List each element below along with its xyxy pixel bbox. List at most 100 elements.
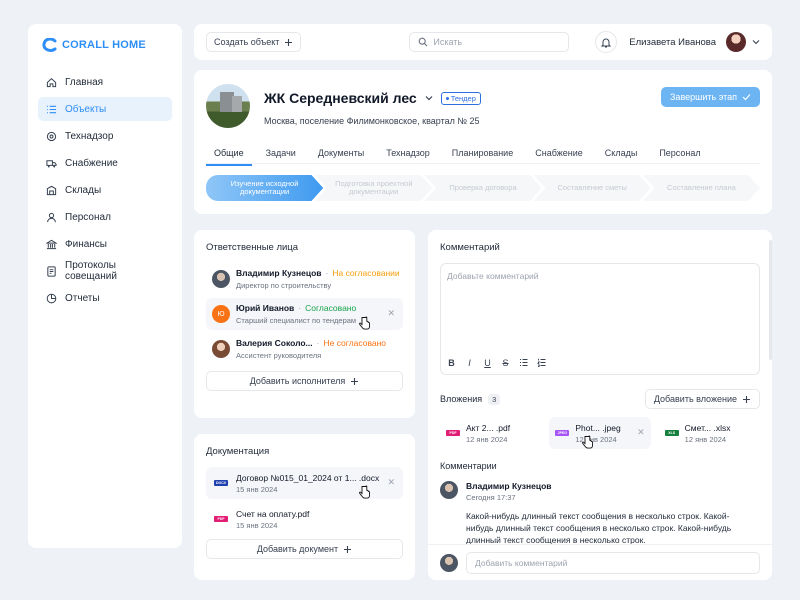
create-object-label: Создать объект bbox=[214, 37, 280, 47]
avatar[interactable] bbox=[726, 32, 746, 52]
stage-item[interactable]: Изучение исходной документации bbox=[206, 175, 324, 201]
hand-cursor-icon bbox=[582, 435, 594, 449]
comment-editor[interactable]: Добавьте комментарий B I U S bbox=[440, 263, 760, 375]
xlsx-file-icon: XLS bbox=[664, 430, 679, 436]
sidebar-item-personnel[interactable]: Персонал bbox=[38, 205, 172, 229]
notifications-button[interactable] bbox=[595, 31, 618, 53]
sidebar-item-home[interactable]: Главная bbox=[38, 70, 172, 94]
attachments-header: Вложения 3 Добавить вложение bbox=[440, 389, 760, 409]
person-role: Старший специалист по тендерам bbox=[236, 316, 357, 325]
list-icon bbox=[46, 105, 57, 113]
sidebar-item-reports[interactable]: Отчеты bbox=[38, 286, 172, 310]
underline-button[interactable]: U bbox=[483, 358, 492, 368]
attachment-item[interactable]: JPEG Phot... .jpeg 12 янв 2024 ✕ bbox=[549, 417, 651, 449]
person-name: Юрий Иванов bbox=[236, 303, 295, 313]
person-role: Директор по строительству bbox=[236, 281, 332, 290]
person-status: На согласовании bbox=[332, 268, 400, 278]
document-name: Договор №015_01_2024 от 1... .docx bbox=[236, 472, 380, 483]
close-icon[interactable]: ✕ bbox=[387, 477, 395, 488]
sidebar-item-label: Отчеты bbox=[65, 292, 100, 304]
document-item[interactable]: PDF Счет на оплату.pdf 15 янв 2024 bbox=[206, 503, 403, 535]
attachment-item[interactable]: XLS Смет... .xlsx 12 янв 2024 bbox=[659, 417, 760, 449]
chevron-down-icon[interactable] bbox=[425, 95, 433, 101]
search-placeholder: Искать bbox=[433, 37, 463, 47]
person-item[interactable]: Владимир Кузнецов · На согласовании Дире… bbox=[206, 263, 403, 295]
close-icon[interactable]: ✕ bbox=[637, 427, 645, 438]
sidebar-item-objects[interactable]: Объекты bbox=[38, 97, 172, 121]
person-name: Валерия Соколо... bbox=[236, 338, 313, 348]
stage-item[interactable]: Проверка договора bbox=[424, 175, 542, 201]
scrollbar[interactable] bbox=[769, 240, 772, 360]
comment-time: Сегодня 17:37 bbox=[466, 493, 516, 502]
numbered-list-icon[interactable] bbox=[537, 358, 546, 367]
bullet-list-icon[interactable] bbox=[519, 358, 528, 367]
person-item[interactable]: Валерия Соколо... · Не согласовано Ассис… bbox=[206, 333, 403, 365]
finish-stage-label: Завершить этап bbox=[670, 92, 737, 102]
user-name[interactable]: Елизавета Иванова bbox=[629, 37, 716, 48]
search-icon bbox=[419, 37, 428, 47]
home-icon bbox=[46, 77, 57, 87]
attachments-count: 3 bbox=[488, 393, 501, 405]
sidebar-item-finance[interactable]: Финансы bbox=[38, 232, 172, 256]
italic-button[interactable]: I bbox=[465, 358, 474, 368]
strikethrough-button[interactable]: S bbox=[501, 358, 510, 368]
dot-separator: · bbox=[298, 303, 302, 313]
sidebar-item-label: Снабжение bbox=[65, 157, 118, 169]
pdf-file-icon: PDF bbox=[446, 430, 460, 436]
sidebar: CORALL HOME Главная Объекты Технадзор Сн… bbox=[28, 24, 182, 548]
stage-item[interactable]: Составление плана bbox=[642, 175, 761, 201]
person-item[interactable]: Ю Юрий Иванов · Согласовано Старший спец… bbox=[206, 298, 403, 330]
brand-logo[interactable]: CORALL HOME bbox=[38, 36, 172, 70]
sidebar-item-supply[interactable]: Снабжение bbox=[38, 151, 172, 175]
sidebar-item-label: Главная bbox=[65, 76, 104, 88]
create-object-button[interactable]: Создать объект bbox=[206, 32, 302, 52]
inspect-icon bbox=[46, 131, 57, 141]
docx-file-icon: DOCX bbox=[214, 480, 228, 486]
avatar bbox=[440, 553, 458, 572]
comments-panel: Комментарий Добавьте комментарий B I U S… bbox=[428, 230, 772, 580]
attachment-name: Акт 2... .pdf bbox=[466, 422, 511, 433]
plus-icon bbox=[344, 545, 352, 553]
document-item[interactable]: DOCX Договор №015_01_2024 от 1... .docx … bbox=[206, 467, 403, 499]
sidebar-item-label: Склады bbox=[65, 184, 102, 196]
person-role: Ассистент руководителя bbox=[236, 351, 322, 360]
attachment-item[interactable]: PDF Акт 2... .pdf 12 янв 2024 bbox=[440, 417, 541, 449]
add-performer-button[interactable]: Добавить исполнителя bbox=[206, 371, 403, 391]
comment-item: Владимир Кузнецов Сегодня 17:37 Какой-ни… bbox=[440, 481, 760, 546]
sidebar-item-label: Объекты bbox=[65, 103, 107, 115]
close-icon[interactable]: ✕ bbox=[387, 308, 395, 319]
add-performer-label: Добавить исполнителя bbox=[249, 376, 346, 386]
search-input[interactable]: Искать bbox=[409, 32, 570, 52]
comments-title: Комментарии bbox=[440, 461, 497, 471]
comment-input[interactable]: Добавить комментарий bbox=[466, 551, 760, 574]
sidebar-item-supervision[interactable]: Технадзор bbox=[38, 124, 172, 148]
sidebar-item-protocols[interactable]: Протоколы совещаний bbox=[38, 259, 172, 283]
attachment-date: 12 янв 2024 bbox=[466, 434, 508, 444]
person-status: Согласовано bbox=[305, 303, 357, 313]
comment-text: Какой-нибудь длинный текст сообщения в н… bbox=[466, 511, 732, 545]
dot-separator: · bbox=[316, 338, 320, 348]
project-photo bbox=[206, 84, 250, 128]
attachments-list: PDF Акт 2... .pdf 12 янв 2024 JPEG Phot.… bbox=[440, 417, 760, 449]
sidebar-item-warehouses[interactable]: Склады bbox=[38, 178, 172, 202]
warehouse-icon bbox=[46, 185, 57, 195]
avatar bbox=[212, 340, 230, 358]
comment-author: Владимир Кузнецов bbox=[466, 481, 552, 491]
documents-card: Документация DOCX Договор №015_01_2024 о… bbox=[194, 434, 415, 580]
plus-icon bbox=[351, 377, 359, 385]
stage-item[interactable]: Составление сметы bbox=[533, 175, 651, 201]
dot-separator: · bbox=[325, 268, 329, 278]
section-title: Комментарий bbox=[440, 242, 500, 253]
project-address: Москва, поселение Филимонковское, кварта… bbox=[264, 116, 480, 126]
add-document-button[interactable]: Добавить документ bbox=[206, 539, 403, 559]
stage-item[interactable]: Подготовка проектной документации bbox=[315, 175, 433, 201]
bold-button[interactable]: B bbox=[447, 358, 456, 368]
tabs-divider bbox=[206, 163, 760, 164]
avatar bbox=[212, 270, 230, 288]
section-title: Документация bbox=[206, 446, 270, 457]
add-attachment-button[interactable]: Добавить вложение bbox=[644, 389, 760, 409]
document-date: 15 янв 2024 bbox=[236, 520, 278, 530]
finish-stage-button[interactable]: Завершить этап bbox=[661, 87, 760, 107]
comment-input-placeholder: Добавить комментарий bbox=[475, 557, 568, 568]
chevron-down-icon[interactable] bbox=[752, 39, 760, 45]
